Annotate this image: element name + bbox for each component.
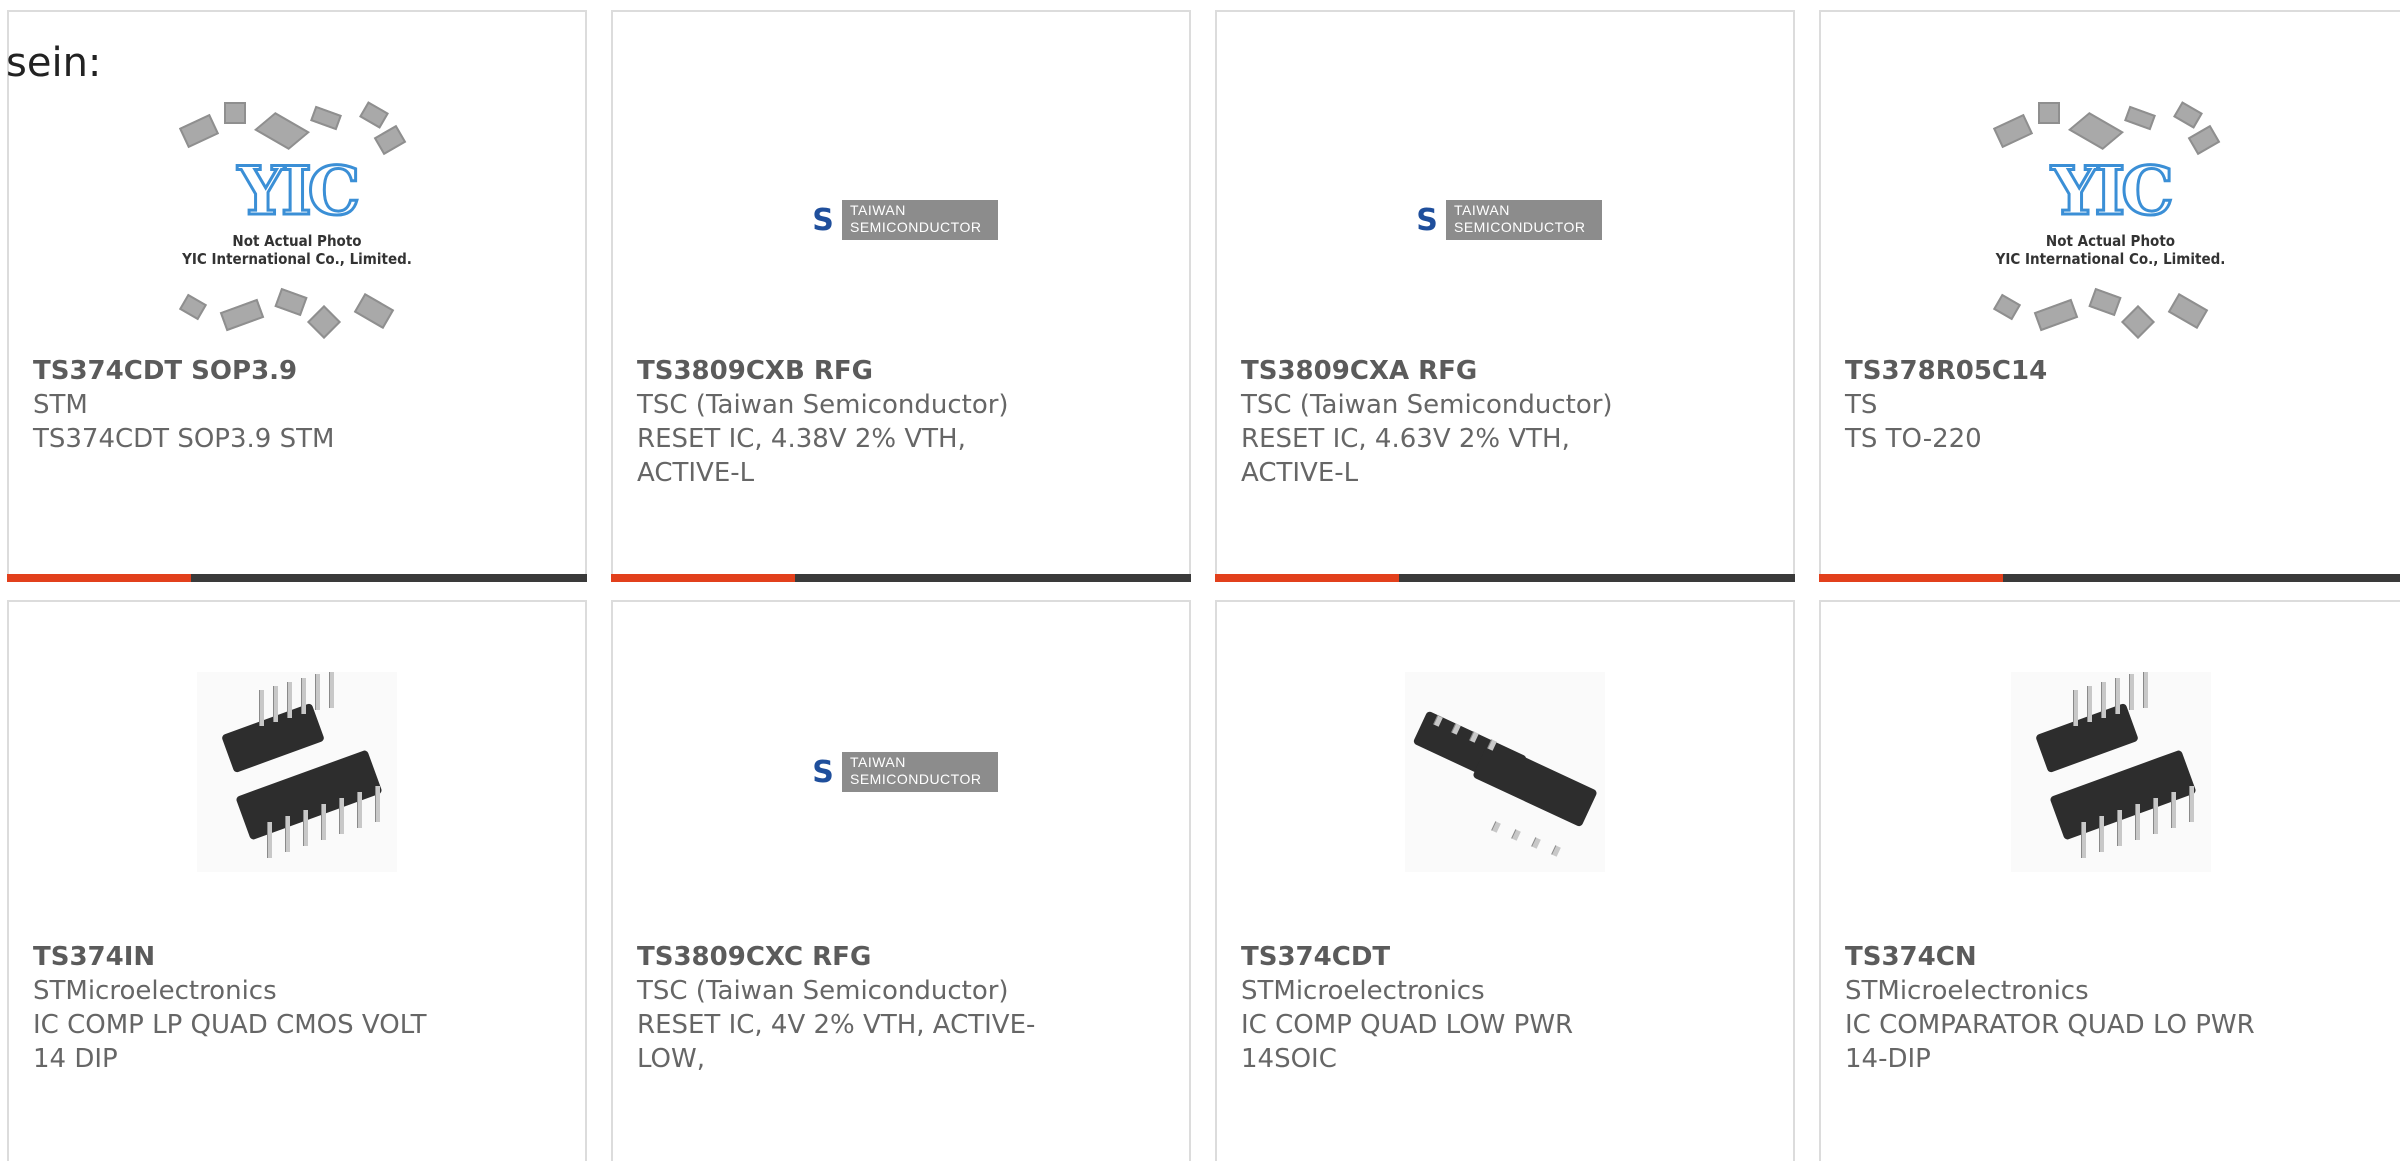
manufacturer: STM — [33, 390, 88, 420]
yic-note: Not Actual Photo YIC International Co., … — [182, 232, 412, 268]
part-number[interactable]: TS374CDT SOP3.9 — [33, 354, 565, 388]
taiwan-semiconductor-logo: S TAIWAN SEMICONDUCTOR — [804, 200, 998, 240]
manufacturer: TSC (Taiwan Semiconductor) — [637, 976, 1009, 1006]
tsc-mark-icon: S — [804, 200, 842, 240]
manufacturer: TSC (Taiwan Semiconductor) — [637, 390, 1009, 420]
product-info: TS374CDT SOP3.9 STM TS374CDT SOP3.9 STM — [33, 354, 565, 456]
taiwan-semiconductor-logo: S TAIWAN SEMICONDUCTOR — [1408, 200, 1602, 240]
description-line: IC COMP QUAD LOW PWR — [1241, 1010, 1574, 1040]
product-info: TS374IN STMicroelectronics IC COMP LP QU… — [33, 940, 565, 1076]
part-number[interactable]: TS374CN — [1845, 940, 2380, 974]
part-number[interactable]: TS374CDT — [1241, 940, 1773, 974]
yic-logo: YIC — [236, 151, 362, 232]
description-line: LOW, — [637, 1044, 705, 1074]
description-line: IC COMPARATOR QUAD LO PWR — [1845, 1010, 2255, 1040]
description-line: RESET IC, 4.38V 2% VTH, — [637, 424, 966, 454]
taiwan-semiconductor-logo: S TAIWAN SEMICONDUCTOR — [804, 752, 998, 792]
product-image[interactable]: S TAIWAN SEMICONDUCTOR — [1217, 90, 1793, 350]
product-card[interactable]: S TAIWAN SEMICONDUCTOR TS3809CXB RFG TSC … — [611, 10, 1191, 582]
dip-chip-image — [2010, 672, 2211, 872]
card-bottom-bar — [7, 574, 587, 582]
soic-chip-image — [1405, 672, 1605, 872]
product-info: TS374CN STMicroelectronics IC COMPARATOR… — [1845, 940, 2380, 1076]
manufacturer: TS — [1845, 390, 1878, 420]
product-image[interactable]: S TAIWAN SEMICONDUCTOR — [613, 90, 1189, 350]
dip-chip-image — [197, 672, 397, 872]
description-line: ACTIVE-L — [637, 458, 755, 488]
manufacturer: STMicroelectronics — [33, 976, 277, 1006]
yic-placeholder-image: YIC Not Actual Photo YIC International C… — [162, 100, 432, 340]
card-bottom-bar — [611, 574, 1191, 582]
section-prefix-text: sein: — [6, 40, 102, 86]
manufacturer: STMicroelectronics — [1845, 976, 2089, 1006]
card-accent-bar — [611, 574, 795, 582]
description-line: 14-DIP — [1845, 1044, 1931, 1074]
product-info: TS3809CXB RFG TSC (Taiwan Semiconductor)… — [637, 354, 1169, 490]
tsc-mark-icon: S — [1408, 200, 1446, 240]
part-number[interactable]: TS3809CXA RFG — [1241, 354, 1773, 388]
part-number[interactable]: TS3809CXB RFG — [637, 354, 1169, 388]
product-info: TS3809CXC RFG TSC (Taiwan Semiconductor)… — [637, 940, 1169, 1076]
card-bottom-bar — [1215, 574, 1795, 582]
description-line: TS TO-220 — [1845, 424, 1982, 454]
part-number[interactable]: TS3809CXC RFG — [637, 940, 1169, 974]
card-bottom-bar — [1819, 574, 2400, 582]
product-image[interactable]: YIC Not Actual Photo YIC International C… — [1821, 90, 2400, 350]
part-number[interactable]: TS378R05C14 — [1845, 354, 2380, 388]
product-image[interactable]: YIC Not Actual Photo YIC International C… — [9, 90, 585, 350]
manufacturer: STMicroelectronics — [1241, 976, 1485, 1006]
part-number[interactable]: TS374IN — [33, 940, 565, 974]
product-info: TS3809CXA RFG TSC (Taiwan Semiconductor)… — [1241, 354, 1773, 490]
product-card[interactable]: S TAIWAN SEMICONDUCTOR TS3809CXA RFG TSC … — [1215, 10, 1795, 582]
product-image[interactable]: S TAIWAN SEMICONDUCTOR — [613, 672, 1189, 872]
manufacturer: TSC (Taiwan Semiconductor) — [1241, 390, 1613, 420]
product-info: TS374CDT STMicroelectronics IC COMP QUAD… — [1241, 940, 1773, 1076]
product-image[interactable] — [1821, 672, 2400, 872]
product-image[interactable] — [9, 672, 585, 872]
product-card[interactable]: YIC Not Actual Photo YIC International C… — [1819, 10, 2400, 582]
description-line: TS374CDT SOP3.9 STM — [33, 424, 335, 454]
description-line: RESET IC, 4V 2% VTH, ACTIVE- — [637, 1010, 1036, 1040]
yic-note: Not Actual Photo YIC International Co., … — [1995, 232, 2226, 268]
card-accent-bar — [1819, 574, 2003, 582]
description-line: RESET IC, 4.63V 2% VTH, — [1241, 424, 1570, 454]
product-info: TS378R05C14 TS TS TO-220 — [1845, 354, 2380, 456]
tsc-mark-icon: S — [804, 752, 842, 792]
card-accent-bar — [7, 574, 191, 582]
description-line: 14 DIP — [33, 1044, 118, 1074]
product-card[interactable]: S TAIWAN SEMICONDUCTOR TS3809CXC RFG TSC … — [611, 600, 1191, 1161]
product-card[interactable]: TS374CDT STMicroelectronics IC COMP QUAD… — [1215, 600, 1795, 1161]
yic-placeholder-image: YIC Not Actual Photo YIC International C… — [1976, 100, 2246, 340]
card-accent-bar — [1215, 574, 1399, 582]
product-card[interactable]: YIC Not Actual Photo YIC International C… — [7, 10, 587, 582]
product-card[interactable]: TS374CN STMicroelectronics IC COMPARATOR… — [1819, 600, 2400, 1161]
product-card[interactable]: TS374IN STMicroelectronics IC COMP LP QU… — [7, 600, 587, 1161]
yic-logo: YIC — [2050, 151, 2176, 232]
description-line: ACTIVE-L — [1241, 458, 1359, 488]
product-image[interactable] — [1217, 672, 1793, 872]
description-line: 14SOIC — [1241, 1044, 1337, 1074]
description-line: IC COMP LP QUAD CMOS VOLT — [33, 1010, 427, 1040]
